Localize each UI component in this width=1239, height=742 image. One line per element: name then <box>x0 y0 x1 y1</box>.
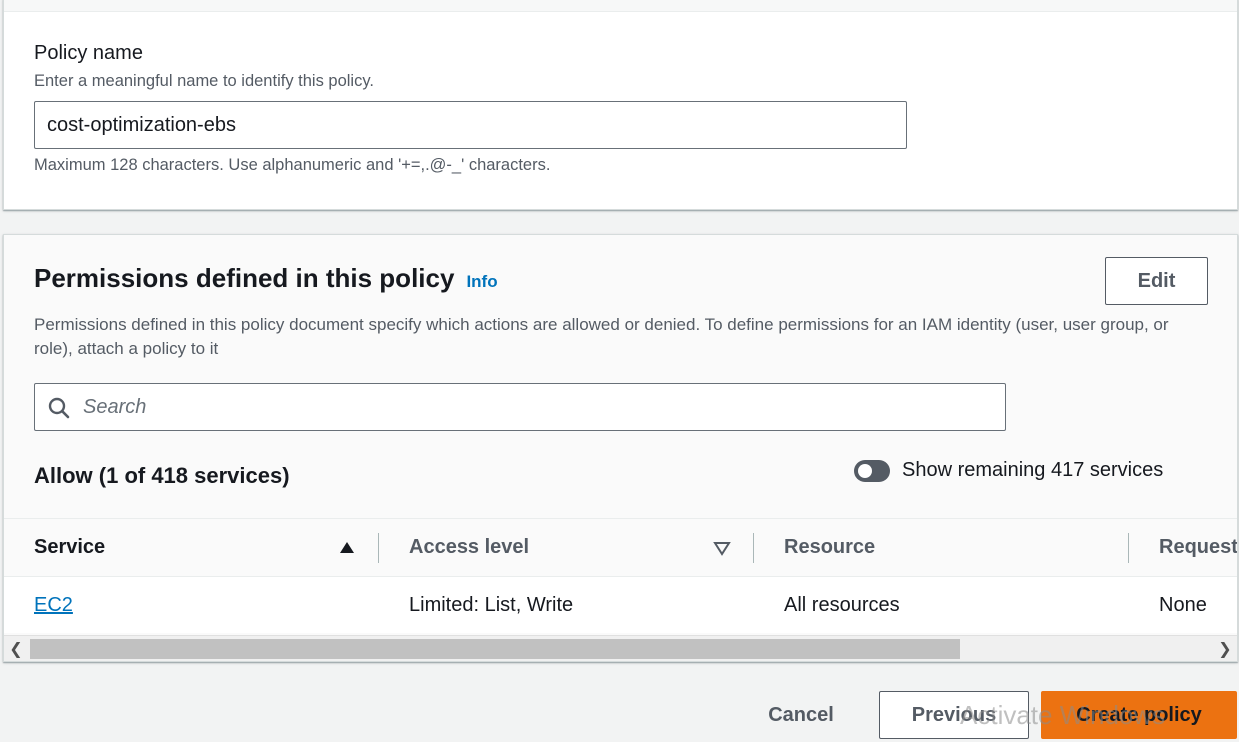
policy-name-input[interactable] <box>34 101 907 149</box>
card-top-strip <box>4 0 1237 12</box>
column-header-service[interactable]: Service <box>34 519 364 576</box>
scrollbar-thumb[interactable] <box>30 639 960 659</box>
sort-descending-icon <box>713 541 731 556</box>
service-link-ec2[interactable]: EC2 <box>34 594 73 617</box>
column-header-label: Service <box>34 536 106 558</box>
cell-service: EC2 <box>34 577 73 633</box>
cell-request: None <box>1159 593 1207 616</box>
edit-button[interactable]: Edit <box>1105 257 1208 305</box>
column-header-resource[interactable]: Resource <box>784 519 1114 576</box>
show-remaining-label: Show remaining 417 services <box>902 459 1164 481</box>
chevron-left-icon[interactable]: ❮ <box>4 636 28 662</box>
table-row: EC2 Limited: List, Write All resources N… <box>4 577 1237 633</box>
policy-name-description: Enter a meaningful name to identify this… <box>34 72 374 90</box>
column-header-label: Resource <box>784 536 876 558</box>
table-header: Service Access level Resource Request <box>4 518 1237 577</box>
sort-ascending-icon <box>340 541 354 553</box>
policy-name-card: Policy name Enter a meaningful name to i… <box>3 0 1238 210</box>
policy-name-label: Policy name <box>34 42 143 64</box>
column-header-label: Access level <box>409 536 530 558</box>
chevron-right-icon[interactable]: ❯ <box>1213 636 1237 662</box>
permissions-description: Permissions defined in this policy docum… <box>34 315 1169 358</box>
search-input[interactable] <box>81 384 981 430</box>
show-remaining-toggle[interactable] <box>854 459 890 482</box>
cell-access-level: Limited: List, Write <box>409 593 574 616</box>
permissions-title: Permissions defined in this policy <box>34 263 455 293</box>
permissions-card: Permissions defined in this policy Info … <box>3 234 1238 662</box>
allow-heading: Allow (1 of 418 services) <box>34 463 290 488</box>
horizontal-scrollbar[interactable]: ❮ ❯ <box>4 635 1237 661</box>
column-divider[interactable] <box>378 533 379 563</box>
search-box[interactable] <box>34 383 1006 431</box>
search-icon <box>48 397 70 419</box>
cell-resource: All resources <box>784 593 900 616</box>
toggle-knob <box>858 463 872 478</box>
previous-button[interactable]: Previous <box>879 691 1029 739</box>
info-link[interactable]: Info <box>466 272 497 292</box>
permissions-header: Permissions defined in this policy Info <box>34 263 498 294</box>
column-header-access-level[interactable]: Access level <box>409 519 739 576</box>
column-divider[interactable] <box>753 533 754 563</box>
column-header-label: Request <box>1159 536 1237 558</box>
create-policy-button[interactable]: Create policy <box>1041 691 1237 739</box>
policy-name-constraint: Maximum 128 characters. Use alphanumeric… <box>34 156 551 174</box>
column-header-request[interactable]: Request <box>1159 519 1237 576</box>
column-divider[interactable] <box>1128 533 1129 563</box>
show-remaining-toggle-group: Show remaining 417 services <box>854 459 1163 482</box>
cancel-button[interactable]: Cancel <box>746 691 856 739</box>
